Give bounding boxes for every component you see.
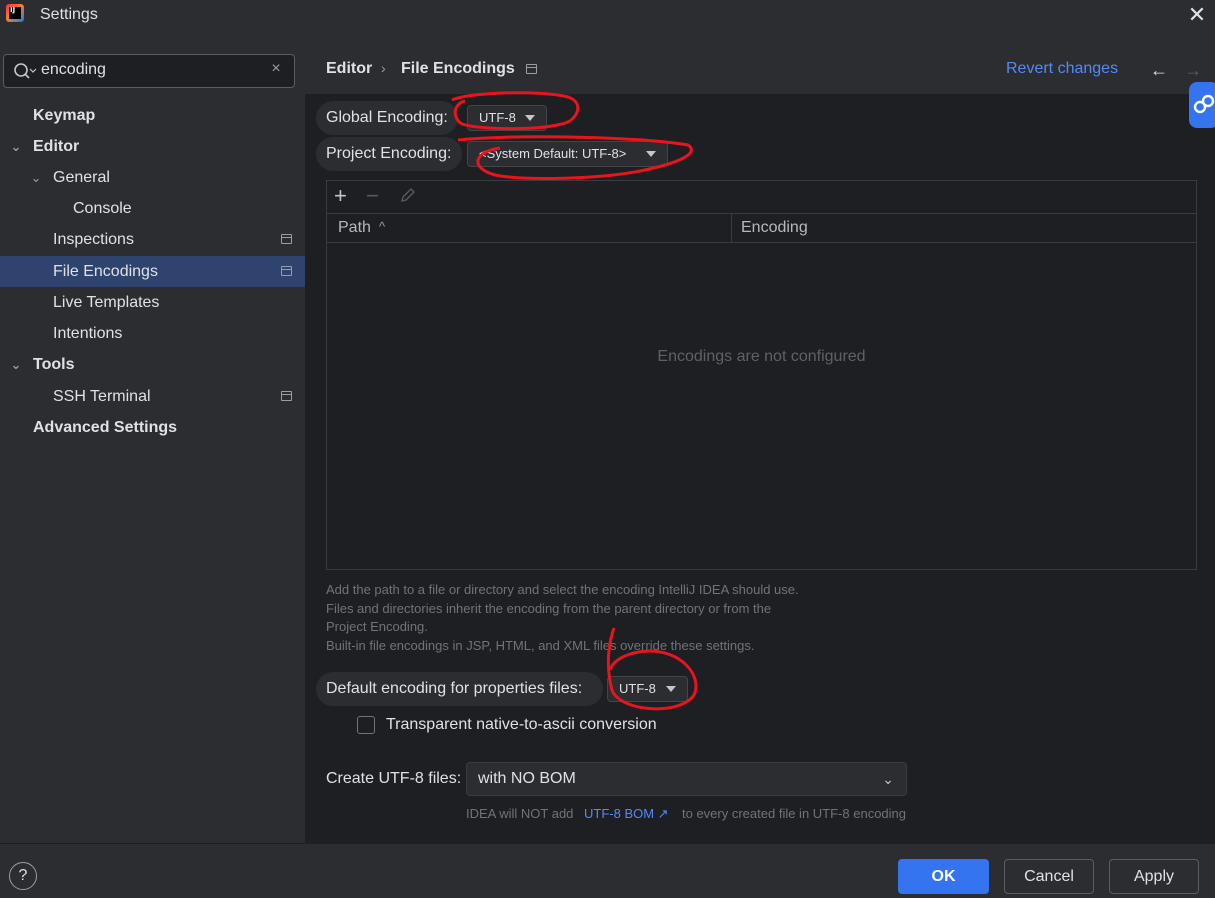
transparent-conversion-checkbox[interactable] (357, 716, 375, 734)
chevron-down-icon[interactable]: ⌄ (9, 349, 23, 380)
sidebar-item-intentions[interactable]: Intentions (0, 318, 305, 349)
project-encoding-dropdown[interactable]: <System Default: UTF-8> (467, 141, 668, 167)
help-text-line: Files and directories inherit the encodi… (326, 601, 772, 616)
chevron-down-icon[interactable]: ⌄ (9, 131, 23, 162)
chevron-down-icon[interactable]: ⌄ (29, 162, 43, 193)
table-empty-text: Encodings are not configured (657, 348, 866, 365)
search-input-value[interactable]: encoding (41, 61, 106, 79)
link-icon (1193, 94, 1215, 114)
properties-encoding-label: Default encoding for properties files: (326, 680, 583, 697)
forward-arrow-icon[interactable]: → (1184, 60, 1202, 81)
intellij-logo-icon: IJ (6, 4, 24, 22)
ok-button[interactable]: OK (898, 859, 989, 894)
column-header-path[interactable]: Path (338, 219, 371, 237)
clear-search-icon[interactable]: × (268, 60, 284, 80)
dropdown-arrow-icon (646, 151, 656, 157)
project-level-icon (281, 266, 292, 276)
chevron-down-icon: ⌄ (882, 771, 894, 787)
project-level-icon (526, 64, 537, 74)
floating-tool-button[interactable] (1189, 82, 1215, 128)
breadcrumb-parent[interactable]: Editor (326, 60, 372, 78)
sidebar-item-label: General (53, 169, 110, 186)
sidebar-item-label: File Encodings (53, 263, 158, 280)
create-utf8-dropdown[interactable]: with NO BOM ⌄ (466, 762, 907, 796)
sidebar-item-label: SSH Terminal (53, 388, 151, 405)
properties-encoding-dropdown[interactable]: UTF-8 (607, 676, 688, 702)
transparent-conversion-label[interactable]: Transparent native-to-ascii conversion (386, 716, 657, 734)
sidebar-item-keymap[interactable]: Keymap (0, 100, 305, 131)
cancel-button[interactable]: Cancel (1004, 859, 1094, 894)
dropdown-arrow-icon (666, 686, 676, 692)
column-header-encoding[interactable]: Encoding (741, 219, 808, 237)
close-window-icon[interactable]: ✕ (1185, 3, 1209, 27)
sidebar-item-console[interactable]: Console (0, 193, 305, 224)
help-text-line: Add the path to a file or directory and … (326, 582, 799, 597)
dropdown-value: UTF-8 (479, 110, 516, 125)
sidebar-item-label: Live Templates (53, 294, 160, 311)
page-title: File Encodings (401, 60, 515, 77)
sidebar-item-tools[interactable]: ⌄ Tools (0, 349, 305, 380)
breadcrumb-separator: › (381, 60, 386, 76)
dropdown-value: UTF-8 (619, 681, 656, 696)
sidebar-item-editor[interactable]: ⌄ Editor (0, 131, 305, 162)
sidebar-item-label: Inspections (53, 231, 134, 248)
apply-button[interactable]: Apply (1109, 859, 1199, 894)
sidebar-item-advanced-settings[interactable]: Advanced Settings (0, 412, 305, 443)
revert-changes-link[interactable]: Revert changes (1006, 60, 1118, 78)
dropdown-arrow-icon (525, 115, 535, 121)
help-icon[interactable]: ? (9, 862, 37, 890)
sidebar-item-live-templates[interactable]: Live Templates (0, 287, 305, 318)
dropdown-value: with NO BOM (478, 770, 576, 787)
column-divider[interactable] (731, 213, 732, 243)
sidebar-item-label: Editor (33, 138, 80, 155)
utf8-bom-link[interactable]: UTF-8 BOM ↗ (584, 806, 669, 822)
global-encoding-label: Global Encoding: (326, 109, 448, 126)
sidebar-item-file-encodings[interactable]: File Encodings (0, 256, 305, 287)
bom-note-prefix: IDEA will NOT add (466, 806, 574, 821)
dropdown-value: <System Default: UTF-8> (479, 146, 627, 161)
sidebar-item-label: Intentions (53, 325, 123, 342)
sidebar-item-inspections[interactable]: Inspections (0, 224, 305, 255)
sidebar-item-label: Keymap (33, 107, 96, 124)
sidebar-item-label: Advanced Settings (33, 419, 178, 436)
global-encoding-dropdown[interactable]: UTF-8 (467, 105, 547, 131)
help-text-line: Project Encoding. (326, 619, 428, 634)
bom-note-suffix: to every created file in UTF-8 encoding (682, 806, 906, 821)
project-level-icon (281, 234, 292, 244)
sidebar-item-label: Tools (33, 356, 75, 373)
edit-pencil-icon[interactable] (399, 186, 417, 204)
sidebar-item-general[interactable]: ⌄ General (0, 162, 305, 193)
search-icon[interactable] (13, 61, 37, 81)
sort-ascending-icon[interactable]: ^ (379, 219, 385, 234)
sidebar-item-ssh-terminal[interactable]: SSH Terminal (0, 381, 305, 412)
window-title: Settings (40, 6, 98, 23)
add-icon[interactable]: + (334, 183, 347, 209)
create-utf8-label: Create UTF-8 files: (326, 770, 462, 787)
remove-icon[interactable]: − (366, 183, 379, 209)
back-arrow-icon[interactable]: ← (1150, 60, 1168, 81)
help-text-line: Built-in file encodings in JSP, HTML, an… (326, 638, 755, 653)
title-bar (0, 0, 1215, 32)
sidebar-item-label: Console (73, 200, 132, 217)
project-encoding-label: Project Encoding: (326, 145, 452, 162)
project-level-icon (281, 391, 292, 401)
